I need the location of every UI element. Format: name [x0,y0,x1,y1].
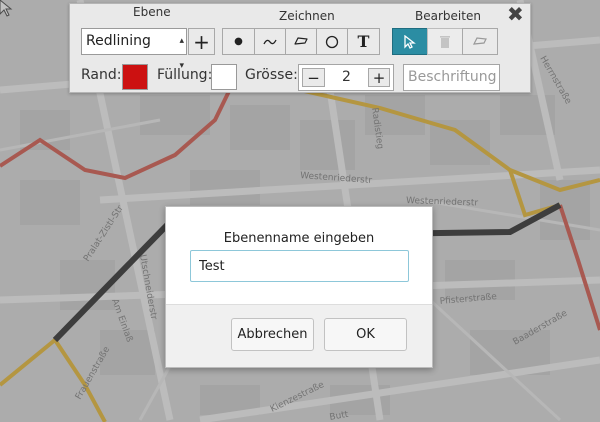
draw-text-button[interactable]: T [347,28,380,55]
ok-button[interactable]: OK [324,318,407,351]
select-cursor-icon [404,34,416,49]
plus-icon: + [372,68,386,87]
fuellung-label: Füllung: [157,67,213,83]
cancel-button[interactable]: Abbrechen [231,318,314,351]
dialog-body: Ebenenname eingeben [166,207,432,305]
group-title-zeichnen: Zeichnen [279,9,335,23]
plus-icon: + [193,29,210,54]
edit-shape-button[interactable] [462,28,498,55]
size-decrement-button[interactable]: − [302,68,325,87]
edit-shape-icon [472,37,487,45]
point-icon: ● [234,36,243,47]
groesse-label: Grösse: [245,67,298,83]
fill-color-swatch[interactable] [211,64,237,90]
rand-label: Rand: [81,67,122,83]
minus-icon: − [307,68,320,87]
dialog-title: Ebenenname eingeben [223,231,375,246]
size-increment-button[interactable]: + [368,68,390,87]
circle-icon [325,35,339,48]
size-value: 2 [342,69,351,85]
line-icon [263,39,277,44]
add-layer-button[interactable]: + [188,28,215,55]
border-color-swatch[interactable] [122,64,148,90]
layer-select-value: Redlining [86,33,151,49]
delete-icon [440,35,450,48]
group-title-ebene: Ebene [133,5,171,19]
layer-name-dialog: Ebenenname eingeben Abbrechen OK [165,206,433,368]
redlining-toolbar: Ebene Zeichnen Bearbeiten ✖ Redlining ▴ ▾… [69,3,531,93]
layer-name-input[interactable] [190,250,409,282]
delete-button[interactable] [427,28,463,55]
group-title-bearbeiten: Bearbeiten [415,9,481,23]
draw-point-button[interactable]: ● [222,28,255,55]
close-icon[interactable]: ✖ [507,3,524,25]
draw-polygon-button[interactable] [285,28,317,55]
layer-select[interactable]: Redlining ▴ ▾ [81,28,187,71]
text-icon: T [357,32,370,51]
size-stepper: − 2 + [298,64,394,91]
select-tool-button[interactable] [392,28,428,55]
draw-circle-button[interactable] [316,28,348,55]
label-input[interactable]: Beschriftung [403,64,500,91]
draw-line-button[interactable] [254,28,286,55]
polygon-icon [294,37,308,45]
